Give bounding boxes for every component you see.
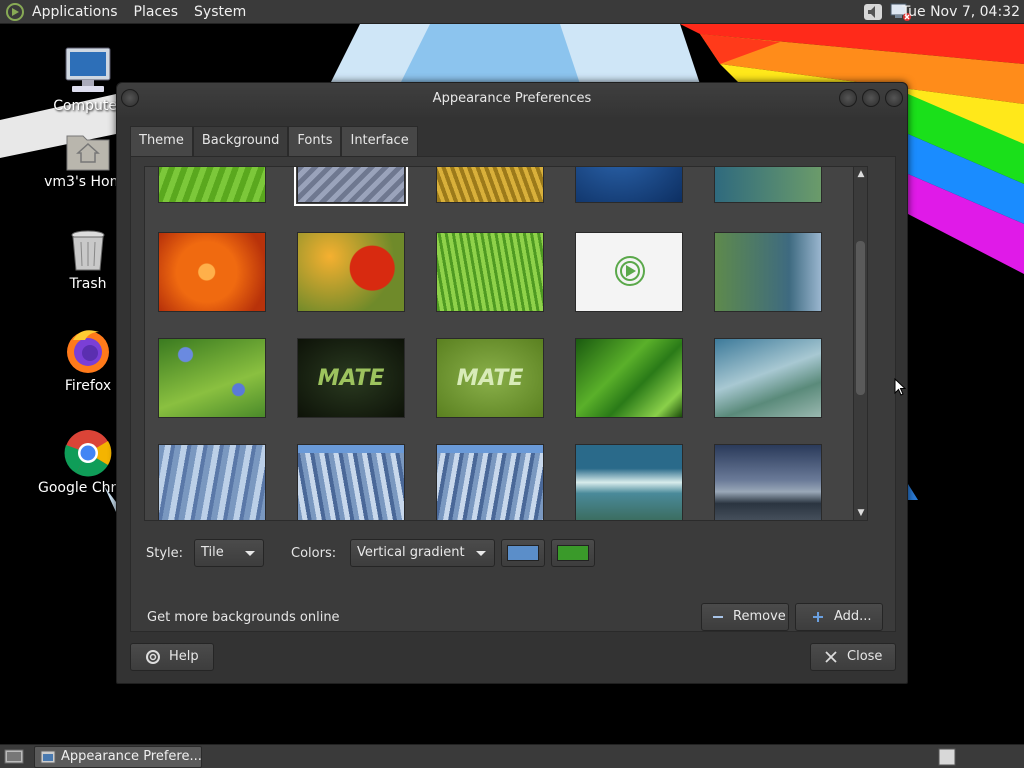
home-folder-icon [66, 135, 110, 171]
menu-places[interactable]: Places [126, 0, 187, 24]
wallpaper-thumbnail[interactable] [158, 232, 266, 312]
gallery-scrollbar[interactable]: ▲ ▼ [853, 167, 867, 520]
maximize-button[interactable] [862, 89, 880, 107]
colors-dropdown-value: Vertical gradient [357, 545, 465, 560]
clock[interactable]: Tue Nov 7, 04:32 [902, 0, 1020, 24]
secondary-color-button[interactable] [551, 539, 595, 567]
wallpaper-thumbnail[interactable] [714, 232, 822, 312]
wallpaper-thumbnail[interactable] [575, 167, 683, 203]
window-titlebar[interactable]: Appearance Preferences [117, 83, 907, 117]
wallpaper-thumbnail[interactable] [297, 232, 405, 312]
trash-icon [71, 230, 105, 271]
style-label: Style: [146, 546, 184, 561]
get-more-backgrounds-link[interactable]: Get more backgrounds online [147, 610, 340, 625]
thumbnail-text: MATE [456, 366, 524, 391]
tab-theme[interactable]: Theme [130, 126, 193, 156]
wallpaper-thumbnail[interactable] [436, 444, 544, 520]
close-x-icon [825, 651, 837, 663]
wallpaper-thumbnail[interactable]: MATE [297, 338, 405, 418]
remove-button[interactable]: Remove [701, 603, 789, 631]
wallpaper-thumbnail[interactable]: MATE [436, 338, 544, 418]
close-button[interactable]: Close [810, 643, 896, 671]
close-window-button[interactable] [885, 89, 903, 107]
mate-menu-icon[interactable] [6, 2, 24, 21]
add-button[interactable]: Add... [795, 603, 883, 631]
taskbar-window-button[interactable]: Appearance Prefere... [34, 746, 202, 768]
secondary-color-swatch [557, 545, 589, 561]
help-button[interactable]: Help [130, 643, 214, 671]
mouse-cursor-icon [894, 378, 906, 396]
thumbnail-text: MATE [317, 366, 385, 391]
wallpaper-thumbnail[interactable] [714, 444, 822, 520]
wallpaper-thumbnail[interactable] [575, 232, 683, 312]
wallpaper-thumbnail[interactable] [436, 232, 544, 312]
tab-interface[interactable]: Interface [341, 126, 418, 156]
minus-icon [713, 616, 723, 618]
style-dropdown[interactable]: Tile [194, 539, 264, 567]
add-button-label: Add... [834, 609, 872, 624]
background-tab-panel: MATE MATE ▲ ▼ Style: Tile Colors: Vertic… [130, 156, 896, 632]
top-panel: Applications Places System Tue Nov 7, 04… [0, 0, 1024, 24]
close-button-label: Close [847, 649, 883, 664]
primary-color-button[interactable] [501, 539, 545, 567]
computer-icon [65, 47, 111, 92]
wallpaper-thumbnail[interactable] [575, 338, 683, 418]
minimize-button[interactable] [839, 89, 857, 107]
wallpaper-thumbnail[interactable] [714, 167, 822, 203]
colors-dropdown[interactable]: Vertical gradient [350, 539, 495, 567]
scrollbar-thumb[interactable] [856, 241, 865, 395]
wallpaper-thumbnail[interactable] [575, 444, 683, 520]
appearance-preferences-window: Appearance Preferences Theme Background … [116, 82, 908, 684]
wallpaper-thumbnail[interactable] [297, 444, 405, 520]
tab-background[interactable]: Background [192, 126, 289, 156]
show-desktop-icon[interactable] [4, 748, 24, 766]
window-title: Appearance Preferences [432, 91, 592, 106]
mate-logo-icon [615, 256, 645, 286]
wallpaper-thumbnail-selected[interactable] [294, 167, 408, 206]
wallpaper-thumbnail[interactable] [714, 338, 822, 418]
firefox-icon [67, 330, 109, 373]
remove-button-label: Remove [733, 609, 786, 624]
wallpaper-gallery[interactable]: MATE MATE ▲ ▼ [144, 166, 868, 521]
workspace-switcher-icon[interactable] [938, 748, 956, 766]
taskbar-window-label: Appearance Prefere... [61, 749, 202, 764]
wallpaper-thumbnail[interactable] [158, 167, 266, 203]
menu-applications[interactable]: Applications [24, 0, 126, 24]
chrome-icon [64, 430, 112, 477]
chevron-down-icon [476, 551, 486, 556]
style-dropdown-value: Tile [201, 545, 224, 560]
scroll-up-arrow-icon[interactable]: ▲ [856, 169, 866, 179]
tab-bar: Theme Background Fonts Interface [130, 126, 418, 156]
plus-icon [813, 612, 823, 622]
wallpaper-thumbnail[interactable] [158, 338, 266, 418]
wallpaper-thumbnail[interactable] [158, 444, 266, 520]
appearance-window-icon [40, 750, 56, 764]
chevron-down-icon [245, 551, 255, 556]
volume-icon[interactable] [862, 2, 884, 22]
tab-fonts[interactable]: Fonts [288, 126, 342, 156]
bottom-panel: Appearance Prefere... [0, 744, 1024, 768]
help-button-label: Help [169, 649, 199, 664]
wallpaper-thumbnail[interactable] [436, 167, 544, 203]
primary-color-swatch [507, 545, 539, 561]
help-lifebuoy-icon [146, 650, 160, 664]
scroll-down-arrow-icon[interactable]: ▼ [856, 508, 866, 518]
colors-label: Colors: [291, 546, 337, 561]
menu-system[interactable]: System [186, 0, 254, 24]
